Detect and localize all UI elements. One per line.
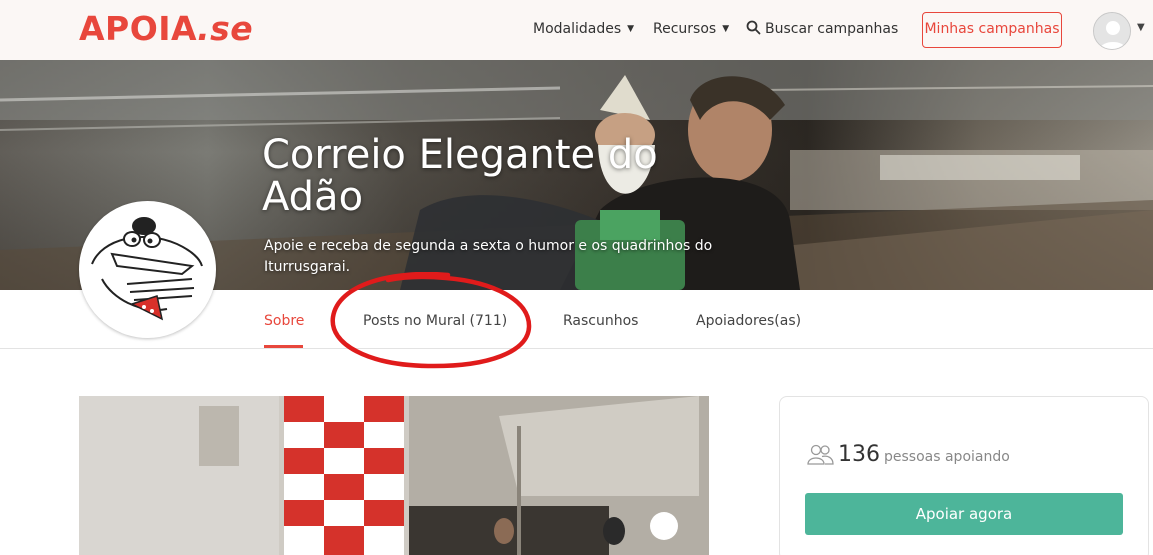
caret-down-icon: ▼ [627,24,635,34]
tab-rascunhos[interactable]: Rascunhos [563,311,638,331]
active-tab-indicator [264,345,303,348]
user-menu-caret-icon[interactable]: ▼ [1137,22,1145,33]
campaign-main-photo [79,396,709,555]
user-avatar-icon[interactable] [1093,12,1131,50]
nav-recursos-label: Recursos [653,21,717,37]
supporters-number: 136 [838,442,880,467]
nav-modalidades[interactable]: Modalidades ▼ [533,19,634,39]
campaign-subtitle: Apoie e receba de segunda a sexta o humo… [264,238,713,275]
campaign-avatar [79,201,216,338]
tab-sobre[interactable]: Sobre [264,311,304,331]
supporters-label: pessoas apoiando [884,449,1010,465]
supporters-count: 136 pessoas apoiando [806,442,1010,467]
people-icon [807,444,834,465]
nav-modalidades-label: Modalidades [533,21,622,37]
search-icon [746,20,761,35]
apoiase-logo[interactable]: APOIA.se [79,9,253,49]
search-label: Buscar campanhas [765,21,899,37]
nav-recursos[interactable]: Recursos ▼ [653,19,729,39]
search-campaigns-link[interactable]: Buscar campanhas [746,19,898,39]
caret-down-icon: ▼ [722,24,730,34]
support-card: 136 pessoas apoiando Apoiar agora [779,396,1149,555]
top-navbar: APOIA.se Modalidades ▼ Recursos ▼ Buscar c… [0,0,1153,60]
apoiar-agora-button[interactable]: Apoiar agora [805,493,1123,535]
minhas-campanhas-button[interactable]: Minhas campanhas [922,12,1062,48]
campaign-title: Correio Elegante do Adão [262,132,658,220]
tab-apoiadores[interactable]: Apoiadores(as) [696,311,801,331]
tab-posts-mural[interactable]: Posts no Mural (711) [363,311,507,331]
